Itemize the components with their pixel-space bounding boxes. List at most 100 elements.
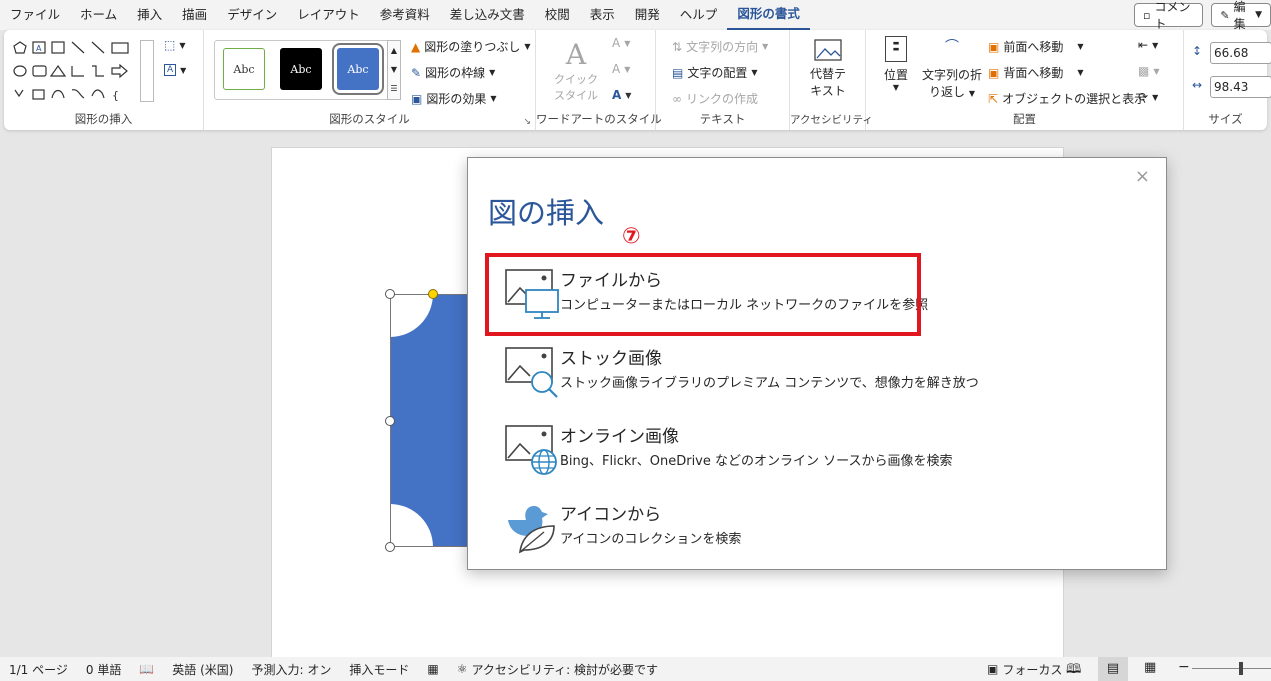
create-link-button[interactable]: ∞ リンクの作成 — [672, 90, 758, 107]
status-language[interactable]: 英語 (米国) — [163, 661, 242, 678]
tab-file[interactable]: ファイル — [0, 0, 70, 30]
width-icon: ↔ — [1192, 78, 1203, 92]
comment-button[interactable]: ▫ コメント — [1134, 0, 1204, 31]
group-shape-styles: Abc Abc Abc ▲ ▼ ☰ ▲ 図形の塗りつぶし ▼ ✎ 図形の枠線 ▼ ▣… — [204, 30, 536, 130]
text-effects-button[interactable]: A ▼ — [612, 88, 631, 102]
group-label-shape-styles: 図形のスタイル — [329, 112, 410, 126]
bring-forward-button[interactable]: ▣ 前面へ移動 ▼ — [988, 38, 1084, 55]
option-icons[interactable]: アイコンから アイコンのコレクションを検索 — [498, 494, 968, 560]
chevron-down-icon: ▼ — [1152, 40, 1159, 50]
shape-outline-button[interactable]: ✎ 図形の枠線 ▼ — [411, 64, 495, 81]
chevron-down-icon: ▼ — [180, 65, 187, 75]
style-sample-black[interactable]: Abc — [280, 48, 322, 90]
option-online-pictures-desc: Bing、Flickr、OneDrive などのオンライン ソースから画像を検索 — [560, 454, 953, 469]
tab-developer[interactable]: 開発 — [625, 0, 670, 30]
tab-home[interactable]: ホーム — [70, 0, 127, 30]
text-box-button[interactable]: A ▼ — [164, 64, 186, 76]
wrap-text-icon: ⌒ — [945, 39, 959, 55]
resize-handle-left[interactable] — [385, 416, 395, 426]
web-layout-icon[interactable]: ▦ — [1144, 660, 1156, 675]
style-sample-blue[interactable]: Abc — [332, 43, 384, 95]
wrap-text-label-1: 文字列の折 — [921, 68, 982, 82]
zoom-slider-thumb[interactable] — [1239, 662, 1243, 675]
print-layout-icon[interactable]: ▤ — [1098, 657, 1128, 681]
svg-text:A: A — [36, 44, 42, 53]
status-proofing[interactable]: 📖 — [130, 662, 163, 676]
group-objects-button[interactable]: ▩ ▼ — [1138, 64, 1160, 78]
close-icon[interactable]: × — [1135, 166, 1150, 187]
quick-style-label-2: スタイル — [554, 89, 598, 102]
tab-help[interactable]: ヘルプ — [670, 0, 728, 30]
shape-effects-label: 図形の効果 — [426, 92, 487, 106]
quick-styles-button[interactable]: A クイック スタイル — [546, 38, 606, 104]
stock-image-search-icon — [505, 347, 558, 398]
computer-picture-icon — [505, 269, 559, 319]
group-arrange: ▬ ▬ 位置 ▼ ⌒ 文字列の折 り返し ▼ ▣ 前面へ移動 ▼ ▣ 背面へ移動 … — [866, 30, 1184, 130]
status-insert-mode[interactable]: 挿入モード — [340, 661, 418, 678]
text-direction-button[interactable]: ⇅ 文字列の方向 ▼ — [672, 38, 768, 55]
shape-fill-label: 図形の塗りつぶし — [424, 40, 521, 54]
shape-effects-button[interactable]: ▣ 図形の効果 ▼ — [411, 90, 497, 107]
zoom-slider[interactable] — [1192, 668, 1271, 669]
text-fill-button[interactable]: A ▼ — [612, 36, 630, 50]
tab-design[interactable]: デザイン — [217, 0, 287, 30]
effects-icon: ▣ — [411, 91, 423, 106]
status-page[interactable]: 1/1 ページ — [0, 661, 77, 678]
style-sample-outline[interactable]: Abc — [223, 48, 265, 90]
shape-fill-button[interactable]: ▲ 図形の塗りつぶし ▼ — [411, 38, 531, 55]
style-gallery-scroll[interactable]: ▲ ▼ ☰ — [387, 40, 401, 100]
shape-width-input[interactable]: 98.43 mm — [1210, 76, 1271, 98]
zoom-out-icon[interactable]: − — [1178, 659, 1190, 675]
resize-handle-bottom-left[interactable] — [385, 542, 395, 552]
resize-handle-top-left[interactable] — [385, 289, 395, 299]
status-focus[interactable]: ▣ フォーカス — [978, 661, 1071, 678]
pen-icon: ✎ — [411, 65, 422, 80]
focus-label: フォーカス — [1002, 662, 1063, 677]
read-mode-icon[interactable]: 🕮 — [1066, 660, 1081, 681]
option-online-pictures[interactable]: オンライン画像 Bing、Flickr、OneDrive などのオンライン ソー… — [498, 416, 968, 482]
rotate-button[interactable]: ⟳ ▼ — [1138, 90, 1158, 104]
status-predictive[interactable]: 予測入力: オン — [242, 661, 340, 678]
align-button[interactable]: ⇤ ▼ — [1138, 38, 1158, 52]
option-stock-images[interactable]: ストック画像 ストック画像ライブラリのプレミアム コンテンツで、想像力を解き放つ — [498, 338, 979, 404]
align-text-button[interactable]: ▤ 文字の配置 ▼ — [672, 64, 758, 81]
ribbon-tabs: ファイル ホーム 挿入 描画 デザイン レイアウト 参考資料 差し込み文書 校閲… — [0, 0, 1271, 31]
group-label-size: サイズ — [1208, 112, 1243, 126]
tab-mailings[interactable]: 差し込み文書 — [440, 0, 535, 30]
adjust-handle[interactable] — [428, 289, 438, 299]
status-accessibility-label: アクセシビリティ: 検討が必要です — [471, 662, 659, 677]
status-macro[interactable]: ▦ — [418, 662, 447, 676]
wrap-text-label-2: り返し ▼ — [920, 83, 984, 100]
bring-forward-label: 前面へ移動 — [1003, 40, 1064, 54]
alt-text-button[interactable]: 代替テ キスト — [798, 38, 858, 104]
selection-pane-button[interactable]: ⇱ オブジェクトの選択と表示 — [988, 90, 1146, 107]
tab-shape-format[interactable]: 図形の書式 — [727, 0, 810, 30]
status-accessibility[interactable]: ⚛ アクセシビリティ: 検討が必要です — [448, 661, 667, 678]
shape-gallery[interactable]: A { — [12, 40, 160, 102]
tab-view[interactable]: 表示 — [580, 0, 625, 30]
option-from-file[interactable]: ファイルから コンピューターまたはローカル ネットワークのファイルを参照 — [498, 260, 968, 326]
wrap-text-button[interactable]: ⌒ 文字列の折 り返し ▼ — [920, 36, 984, 106]
tab-layout[interactable]: レイアウト — [287, 0, 370, 30]
text-outline-button[interactable]: A ▼ — [612, 62, 630, 76]
shape-gallery-scroll[interactable] — [140, 40, 154, 102]
tab-references[interactable]: 参考資料 — [370, 0, 440, 30]
online-globe-picture-icon — [505, 425, 557, 475]
focus-icon: ▣ — [987, 662, 999, 676]
shape-height-input[interactable]: 66.68 mm — [1210, 42, 1271, 64]
send-backward-button[interactable]: ▣ 背面へ移動 ▼ — [988, 64, 1084, 81]
edit-shape-button[interactable]: ⬚ ▼ — [164, 38, 186, 52]
position-button[interactable]: ▬ ▬ 位置 ▼ — [876, 36, 916, 102]
tab-review[interactable]: 校閲 — [535, 0, 580, 30]
book-icon: 📖 — [139, 662, 155, 676]
tab-insert[interactable]: 挿入 — [127, 0, 172, 30]
option-icons-title: アイコンから — [560, 505, 662, 525]
status-words[interactable]: 0 単語 — [77, 661, 130, 678]
edit-mode-button[interactable]: ✎ 編集 ▼ — [1211, 0, 1271, 31]
chevron-down-icon: ▼ — [490, 94, 497, 103]
tab-draw[interactable]: 描画 — [172, 0, 217, 30]
alt-text-label-1: 代替テ — [809, 67, 846, 81]
selection-pane-label: オブジェクトの選択と表示 — [1002, 92, 1147, 106]
dialog-launcher-icon[interactable]: ↘ — [523, 117, 531, 127]
chevron-down-icon: ▼ — [968, 89, 975, 98]
